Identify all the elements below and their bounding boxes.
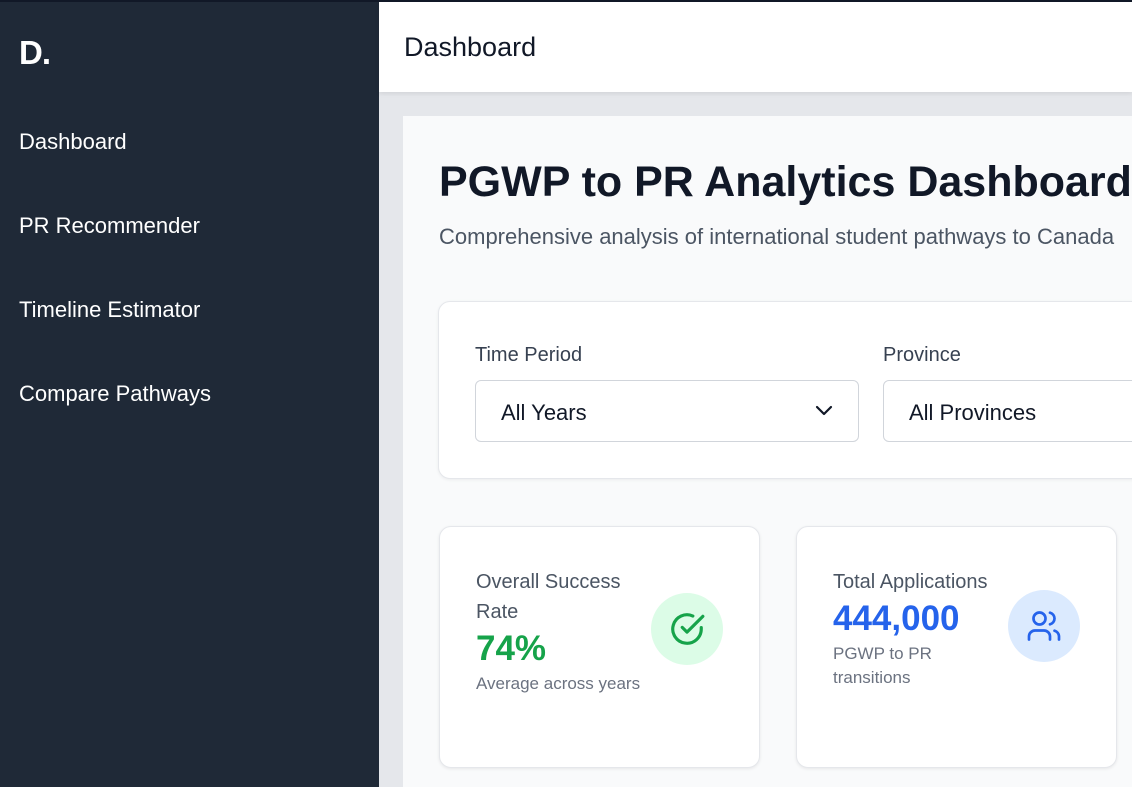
check-circle-icon	[651, 593, 723, 665]
stat-value: 74%	[476, 629, 547, 668]
content-panel: PGWP to PR Analytics Dashboard Comprehen…	[403, 116, 1132, 787]
stat-note: Average across years	[476, 674, 641, 693]
main-area: Dashboard PGWP to PR Analytics Dashboard…	[379, 0, 1132, 787]
header-title: Dashboard	[404, 32, 537, 62]
app-logo[interactable]: D.	[19, 34, 51, 72]
stat-title: Overall Success Rate	[476, 571, 621, 623]
page-subtitle: Comprehensive analysis of international …	[439, 224, 1115, 249]
stat-card-success-rate: Overall Success Rate 74% Average across …	[439, 526, 760, 768]
sidebar: D. Dashboard PR Recommender Timeline Est…	[0, 0, 379, 787]
province-label: Province	[883, 344, 961, 366]
users-icon	[1008, 590, 1080, 662]
page-title: PGWP to PR Analytics Dashboard	[439, 158, 1132, 206]
stat-value: 444,000	[833, 599, 960, 638]
province-value: All Provinces	[909, 400, 1037, 425]
sidebar-item-dashboard[interactable]: Dashboard	[19, 129, 127, 155]
sidebar-item-timeline-estimator[interactable]: Timeline Estimator	[19, 297, 200, 323]
sidebar-item-pr-recommender[interactable]: PR Recommender	[19, 213, 200, 239]
top-header: Dashboard	[379, 2, 1132, 92]
stat-card-total-applications: Total Applications 444,000 PGWP to PR tr…	[796, 526, 1117, 768]
chevron-down-icon	[815, 405, 833, 416]
time-period-select[interactable]: All Years	[475, 380, 859, 442]
sidebar-item-compare-pathways[interactable]: Compare Pathways	[19, 381, 211, 407]
time-period-label: Time Period	[475, 344, 583, 366]
province-select[interactable]: All Provinces	[883, 380, 1132, 442]
time-period-value: All Years	[501, 400, 587, 425]
filter-card: Time Period All Years Province All Provi…	[438, 301, 1132, 479]
stat-note: PGWP to PR transitions	[833, 644, 932, 687]
stat-title: Total Applications	[833, 571, 988, 593]
